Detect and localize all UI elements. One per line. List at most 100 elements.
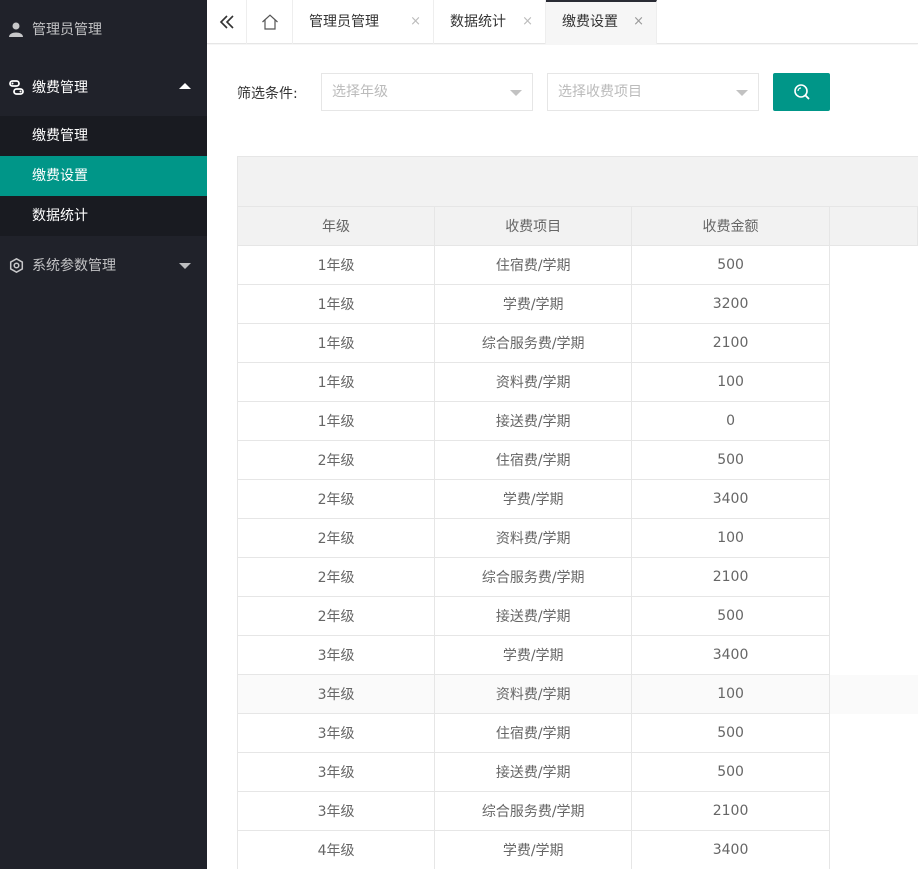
cell-amount: 0 [631,401,830,441]
cell-fee-item: 综合服务费/学期 [434,323,633,363]
cell-amount: 2100 [631,557,830,597]
cell-grade: 1年级 [236,323,436,363]
cell-fee-item: 接送费/学期 [434,596,633,636]
table-row[interactable]: 2年级 综合服务费/学期 2100 [236,557,918,597]
cell-fee-item: 学费/学期 [434,284,633,324]
table-row[interactable]: 3年级 学费/学期 3400 [236,635,918,675]
table-row[interactable]: 1年级 资料费/学期 100 [236,362,918,402]
sidebar-subitem-statistics[interactable]: 数据统计 [0,196,207,236]
table-row[interactable]: 4年级 学费/学期 3400 [236,830,918,869]
cell-fee-item: 资料费/学期 [434,518,633,558]
sidebar: 管理员管理 缴费管理 缴费管理 缴费设置 数据统计 系统参数管理 [0,0,207,869]
cell-empty [828,284,918,324]
cell-amount: 500 [631,713,830,753]
cell-empty [828,362,918,402]
sidebar-subitem-payment-manage[interactable]: 缴费管理 [0,116,207,156]
cell-empty [828,635,918,675]
link-icon [8,79,24,95]
search-icon [793,84,810,100]
cell-amount: 3400 [631,479,830,519]
home-tab[interactable] [247,0,293,44]
cell-amount: 500 [631,440,830,480]
tab-payment-settings[interactable]: 缴费设置 × [546,0,657,44]
search-button[interactable] [773,73,830,111]
table-row[interactable]: 2年级 接送费/学期 500 [236,596,918,636]
table-row[interactable]: 3年级 接送费/学期 500 [236,752,918,792]
cell-grade: 4年级 [236,830,436,869]
cell-grade: 1年级 [236,245,436,285]
fee-item-select[interactable] [547,73,759,111]
user-icon [8,21,24,37]
cell-amount: 500 [631,245,830,285]
sidebar-subnav-payment: 缴费管理 缴费设置 数据统计 [0,116,207,236]
cell-empty [828,596,918,636]
cell-fee-item: 住宿费/学期 [434,440,633,480]
cell-grade: 2年级 [236,440,436,480]
close-icon[interactable]: × [410,0,421,44]
sidebar-item-label: 管理员管理 [32,22,102,38]
cell-amount: 100 [631,518,830,558]
table-row[interactable]: 2年级 学费/学期 3400 [236,479,918,519]
sidebar-item-payment[interactable]: 缴费管理 [0,58,207,116]
table-row[interactable]: 2年级 住宿费/学期 500 [236,440,918,480]
sidebar-item-label: 系统参数管理 [32,258,116,274]
filter-label: 筛选条件: [237,86,298,102]
cell-grade: 3年级 [236,674,436,714]
table-row[interactable]: 2年级 资料费/学期 100 [236,518,918,558]
home-icon [261,14,278,30]
cell-amount: 3200 [631,284,830,324]
cell-fee-item: 综合服务费/学期 [434,791,633,831]
cell-fee-item: 资料费/学期 [434,362,633,402]
grade-select-input[interactable] [322,74,492,110]
cell-amount: 100 [631,362,830,402]
column-header-fee-item[interactable]: 收费项目 [434,206,633,246]
tab-bar: 管理员管理 × 数据统计 × 缴费设置 × [207,0,918,44]
cell-empty [828,752,918,792]
table-row[interactable]: 1年级 综合服务费/学期 2100 [236,323,918,363]
table-row[interactable]: 1年级 学费/学期 3200 [236,284,918,324]
chevron-up-icon [179,83,191,89]
cell-fee-item: 学费/学期 [434,479,633,519]
tab-label: 管理员管理 [309,14,379,30]
sidebar-subitem-payment-settings[interactable]: 缴费设置 [0,156,207,196]
chevron-down-icon [510,90,522,96]
table-row[interactable]: 1年级 接送费/学期 0 [236,401,918,441]
cell-fee-item: 学费/学期 [434,635,633,675]
sidebar-item-admin[interactable]: 管理员管理 [0,0,207,58]
cell-empty [828,479,918,519]
main-content: 筛选条件: 年级 收费项目 收费金额 1年级住宿费/学期5001年级学费/学期3… [207,45,918,869]
cell-fee-item: 住宿费/学期 [434,713,633,753]
table-row[interactable]: 1年级 住宿费/学期 500 [236,245,918,285]
tab-statistics[interactable]: 数据统计 × [434,0,546,44]
close-icon[interactable]: × [633,2,644,42]
close-icon[interactable]: × [522,0,533,44]
cell-amount: 2100 [631,323,830,363]
cell-fee-item: 学费/学期 [434,830,633,869]
cell-amount: 2100 [631,791,830,831]
cell-amount: 3400 [631,830,830,869]
tab-label: 缴费设置 [562,14,618,30]
cell-grade: 2年级 [236,518,436,558]
cell-grade: 2年级 [236,557,436,597]
chevron-down-icon [736,90,748,96]
tab-admin[interactable]: 管理员管理 × [293,0,434,44]
sidebar-item-system-params[interactable]: 系统参数管理 [0,236,207,294]
cell-amount: 500 [631,596,830,636]
table-row[interactable]: 3年级 资料费/学期 100 [236,674,918,714]
column-header-grade[interactable]: 年级 [236,206,436,246]
cell-empty [828,401,918,441]
cell-grade: 1年级 [236,362,436,402]
column-header-extra [828,206,918,246]
column-header-amount[interactable]: 收费金额 [631,206,830,246]
grade-select[interactable] [321,73,533,111]
table-row[interactable]: 3年级 住宿费/学期 500 [236,713,918,753]
cell-amount: 3400 [631,635,830,675]
table-row[interactable]: 3年级 综合服务费/学期 2100 [236,791,918,831]
cell-amount: 100 [631,674,830,714]
collapse-sidebar-button[interactable] [207,0,247,44]
sidebar-item-label: 缴费管理 [32,80,88,96]
cell-empty [828,557,918,597]
fee-item-select-input[interactable] [548,74,718,110]
double-chevron-left-icon [219,15,234,29]
cell-grade: 2年级 [236,596,436,636]
